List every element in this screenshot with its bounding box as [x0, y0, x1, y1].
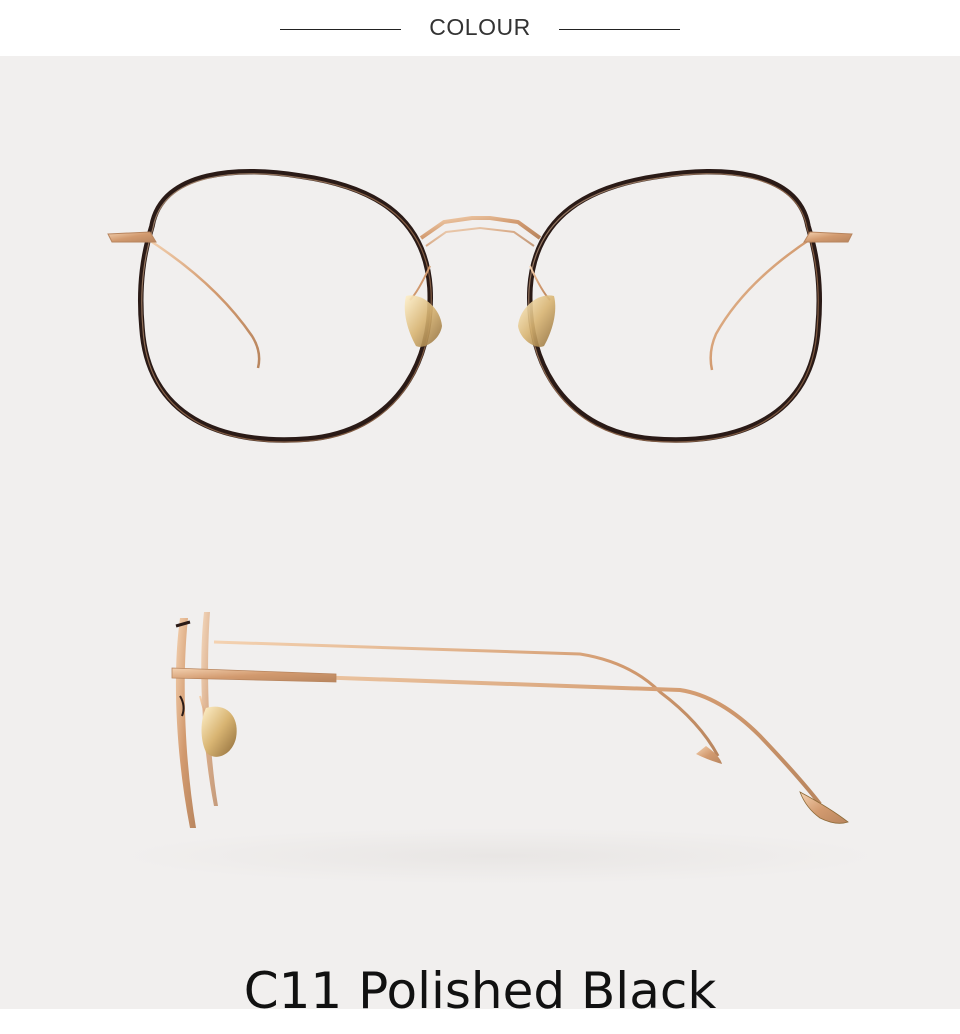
glasses-side-view — [120, 612, 880, 884]
left-nose-pad — [404, 295, 442, 347]
header-divider-right — [559, 29, 680, 30]
glasses-illustration — [107, 168, 880, 884]
right-lens-rim — [527, 168, 822, 443]
near-temple-tip — [799, 791, 849, 824]
section-title: COLOUR — [429, 14, 531, 40]
section-header: COLOUR — [0, 0, 960, 56]
right-temple-arm-front — [709, 236, 813, 371]
near-temple-arm — [171, 670, 822, 806]
product-colour-panel: COLOUR C11 Polished Black — [0, 0, 960, 1034]
side-nose-pad — [201, 706, 237, 757]
right-nose-pad — [518, 295, 556, 347]
right-hinge — [803, 231, 853, 243]
product-photo: C11 Polished Black — [0, 56, 960, 1020]
glasses-front-view — [107, 168, 853, 443]
left-lens-rim — [138, 168, 433, 443]
bottom-margin — [0, 1009, 960, 1034]
left-hinge — [107, 231, 157, 243]
left-temple-arm-front — [145, 236, 261, 369]
frame-front-edge — [175, 618, 196, 828]
far-temple-arm — [213, 640, 720, 757]
near-hinge — [171, 667, 337, 683]
